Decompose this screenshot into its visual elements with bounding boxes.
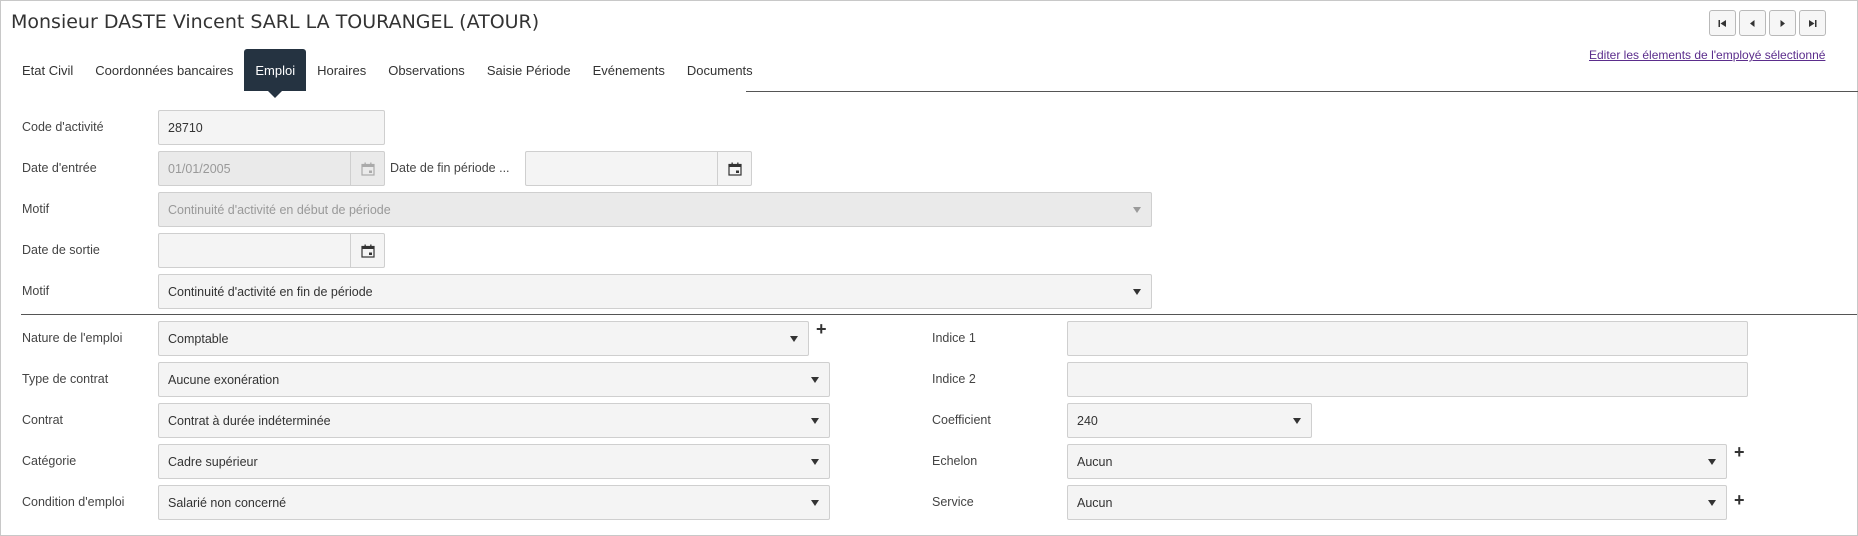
page-title: Monsieur DASTE Vincent SARL LA TOURANGEL… [11, 11, 540, 33]
service-label: Service [932, 495, 974, 509]
echelon-value: Aucun [1077, 454, 1113, 469]
type-contrat-select[interactable]: Aucune exonération [158, 362, 830, 397]
chevron-down-icon [1708, 459, 1716, 465]
chevron-down-icon [811, 418, 819, 424]
motif-entree-select[interactable]: Continuité d'activité en début de périod… [158, 192, 1152, 227]
section-divider [21, 314, 1857, 315]
first-record-button[interactable] [1709, 10, 1736, 36]
date-fin-periode-calendar-button[interactable] [717, 152, 751, 185]
calendar-icon [360, 244, 375, 258]
date-fin-periode-label: Date de fin période ... [390, 161, 510, 175]
tab-saisie-periode[interactable]: Saisie Période [476, 49, 582, 91]
tab-etat-civil[interactable]: Etat Civil [11, 49, 84, 91]
employee-panel: Monsieur DASTE Vincent SARL LA TOURANGEL… [0, 0, 1858, 536]
categorie-value: Cadre supérieur [168, 454, 258, 469]
tab-evenements[interactable]: Evénements [582, 49, 676, 91]
chevron-down-icon [1133, 289, 1141, 295]
type-contrat-value: Aucune exonération [168, 372, 280, 387]
contrat-label: Contrat [22, 413, 63, 427]
motif-entree-value: Continuité d'activité en début de périod… [168, 202, 391, 217]
add-echelon-button[interactable]: + [1734, 443, 1745, 461]
condition-emploi-value: Salarié non concerné [168, 495, 287, 510]
code-activite-value: 28710 [168, 120, 203, 135]
record-navigation [1709, 10, 1826, 36]
condition-emploi-label: Condition d'emploi [22, 495, 125, 509]
date-sortie-calendar-button[interactable] [350, 234, 384, 267]
nature-emploi-label: Nature de l'emploi [22, 331, 123, 345]
tab-horaires[interactable]: Horaires [306, 49, 377, 91]
service-select[interactable]: Aucun [1067, 485, 1727, 520]
categorie-label: Catégorie [22, 454, 77, 468]
last-icon [1809, 19, 1817, 27]
tab-documents[interactable]: Documents [676, 49, 764, 91]
motif-sortie-value: Continuité d'activité en fin de période [168, 284, 373, 299]
nature-emploi-value: Comptable [168, 331, 229, 346]
tab-bar: Etat Civil Coordonnées bancaires Emploi … [11, 49, 764, 98]
date-sortie-label: Date de sortie [22, 243, 100, 257]
chevron-down-icon [790, 336, 798, 342]
date-entree-label: Date d'entrée [22, 161, 97, 175]
indice1-input[interactable] [1067, 321, 1748, 356]
nature-emploi-select[interactable]: Comptable [158, 321, 809, 356]
contrat-select[interactable]: Contrat à durée indéterminée [158, 403, 830, 438]
categorie-select[interactable]: Cadre supérieur [158, 444, 830, 479]
coefficient-select[interactable]: 240 [1067, 403, 1312, 438]
date-entree-calendar-button[interactable] [350, 152, 384, 185]
edit-employee-link[interactable]: Editer les élements de l'employé sélecti… [1589, 48, 1825, 62]
calendar-icon [360, 162, 375, 176]
indice1-label: Indice 1 [932, 331, 976, 345]
calendar-icon [727, 162, 742, 176]
echelon-select[interactable]: Aucun [1067, 444, 1727, 479]
previous-icon [1750, 19, 1755, 27]
date-entree-value: 01/01/2005 [168, 161, 231, 176]
previous-record-button[interactable] [1739, 10, 1766, 36]
add-service-button[interactable]: + [1734, 491, 1745, 509]
date-entree-input[interactable]: 01/01/2005 [158, 151, 385, 186]
chevron-down-icon [1293, 418, 1301, 424]
first-icon [1718, 19, 1726, 27]
chevron-down-icon [811, 377, 819, 383]
chevron-down-icon [811, 500, 819, 506]
tab-observations[interactable]: Observations [377, 49, 476, 91]
next-record-button[interactable] [1769, 10, 1796, 36]
tab-coordonnees-bancaires[interactable]: Coordonnées bancaires [84, 49, 244, 91]
contrat-value: Contrat à durée indéterminée [168, 413, 331, 428]
next-icon [1780, 19, 1785, 27]
last-record-button[interactable] [1799, 10, 1826, 36]
add-nature-emploi-button[interactable]: + [816, 320, 827, 338]
type-contrat-label: Type de contrat [22, 372, 109, 386]
coefficient-label: Coefficient [932, 413, 991, 427]
condition-emploi-select[interactable]: Salarié non concerné [158, 485, 830, 520]
indice2-label: Indice 2 [932, 372, 976, 386]
service-value: Aucun [1077, 495, 1113, 510]
date-fin-periode-input[interactable] [525, 151, 752, 186]
tab-emploi[interactable]: Emploi [244, 49, 307, 98]
code-activite-input[interactable]: 28710 [158, 110, 385, 145]
code-activite-label: Code d'activité [22, 120, 104, 134]
echelon-label: Echelon [932, 454, 978, 468]
chevron-down-icon [1133, 207, 1141, 213]
tab-divider [746, 91, 1858, 92]
motif-entree-label: Motif [22, 202, 50, 216]
date-sortie-input[interactable] [158, 233, 385, 268]
motif-sortie-label: Motif [22, 284, 50, 298]
motif-sortie-select[interactable]: Continuité d'activité en fin de période [158, 274, 1152, 309]
indice2-input[interactable] [1067, 362, 1748, 397]
chevron-down-icon [1708, 500, 1716, 506]
coefficient-value: 240 [1077, 413, 1098, 428]
chevron-down-icon [811, 459, 819, 465]
